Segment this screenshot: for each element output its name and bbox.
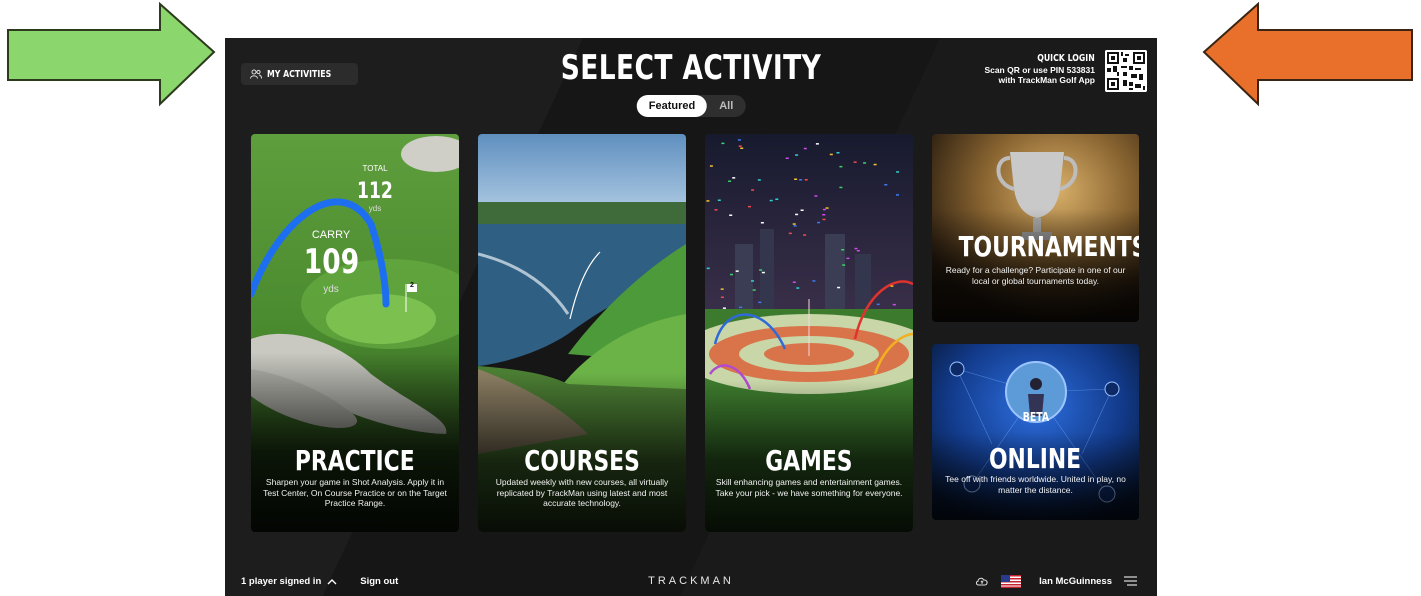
footer-bar: 1 player signed in Sign out TRACKMAN Ian… xyxy=(225,566,1157,596)
carry-unit: yds xyxy=(323,284,339,295)
quick-login-app: with TrackMan Golf App xyxy=(998,75,1096,85)
tournaments-title: TOURNAMENTS xyxy=(958,230,1139,263)
cloud-icon[interactable] xyxy=(975,576,989,586)
user-name[interactable]: Ian McGuinness xyxy=(1039,576,1112,587)
trackman-app: MY ACTIVITIES SELECT ACTIVITY Featured A… xyxy=(225,38,1157,596)
card-practice[interactable]: TOTAL 112 yds CARRY 109 yds 2 PRACTICE S… xyxy=(251,134,459,532)
tab-featured[interactable]: Featured xyxy=(636,95,708,117)
online-title: ONLINE xyxy=(989,442,1082,475)
trophy-image xyxy=(932,134,1139,322)
games-description: Skill enhancing games and entertainment … xyxy=(715,477,903,498)
card-tournaments[interactable]: TOURNAMENTS Ready for a challenge? Parti… xyxy=(932,134,1139,322)
qr-code-icon[interactable] xyxy=(1105,50,1147,92)
carry-value: 109 xyxy=(303,242,359,282)
quick-login-pin: Scan QR or use PIN 533831 xyxy=(984,65,1095,75)
page-title: SELECT ACTIVITY xyxy=(560,48,822,88)
total-value: 112 xyxy=(357,179,393,204)
us-flag-icon[interactable] xyxy=(1001,574,1022,588)
tab-all[interactable]: All xyxy=(707,95,745,117)
tournaments-description: Ready for a challenge? Participate in on… xyxy=(945,265,1126,286)
green-arrow-icon xyxy=(7,1,216,107)
courses-title: COURSES xyxy=(524,444,640,477)
tab-bar: Featured All xyxy=(636,95,746,117)
practice-title: PRACTICE xyxy=(295,444,415,477)
orange-arrow-icon xyxy=(1202,1,1413,107)
card-games[interactable]: GAMES Skill enhancing games and entertai… xyxy=(705,134,913,532)
card-online[interactable]: BETA ONLINE Tee off with friends worldwi… xyxy=(932,344,1139,520)
menu-icon[interactable] xyxy=(1124,576,1137,586)
quick-login-title: QUICK LOGIN xyxy=(1037,53,1095,64)
quick-login: QUICK LOGIN Scan QR or use PIN 533831 wi… xyxy=(984,53,1096,86)
card-courses[interactable]: COURSES Updated weekly with new courses,… xyxy=(478,134,686,532)
carry-label: CARRY xyxy=(311,229,351,241)
practice-description: Sharpen your game in Shot Analysis. Appl… xyxy=(263,477,447,508)
total-unit: yds xyxy=(368,204,382,213)
online-description: Tee off with friends worldwide. United i… xyxy=(945,474,1126,495)
flag-number: 2 xyxy=(410,282,414,289)
games-title: GAMES xyxy=(765,444,853,477)
beta-badge: BETA xyxy=(1022,410,1049,424)
courses-description: Updated weekly with new courses, all vir… xyxy=(495,477,669,508)
total-label: TOTAL xyxy=(362,164,388,173)
